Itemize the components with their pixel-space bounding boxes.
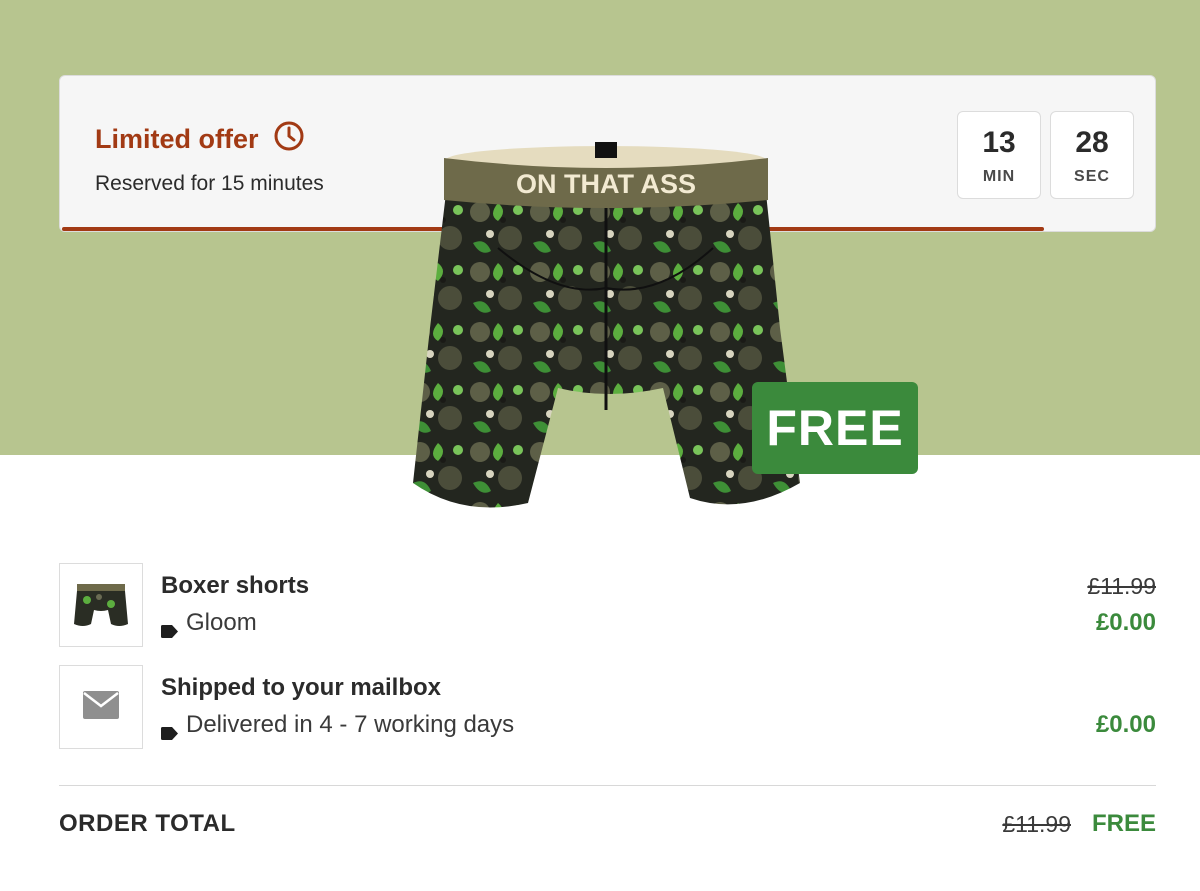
item-title: Boxer shorts bbox=[161, 572, 310, 599]
free-badge: FREE bbox=[752, 382, 918, 474]
tag-icon bbox=[161, 719, 178, 740]
item-detail-text: Gloom bbox=[186, 609, 257, 636]
offer-subtitle: Reserved for 15 minutes bbox=[95, 172, 324, 195]
envelope-icon bbox=[83, 690, 119, 724]
timer-seconds-label: SEC bbox=[1074, 168, 1110, 185]
timer-seconds: 28 SEC bbox=[1050, 111, 1134, 199]
item-old-price: £11.99 bbox=[1087, 573, 1156, 599]
tag-icon bbox=[161, 617, 178, 638]
line-item-boxer-shorts: Boxer shorts Gloom £11.99 £0.00 bbox=[59, 563, 1156, 647]
boxer-shorts-image: ON THAT ASS bbox=[408, 138, 800, 518]
shipping-thumbnail bbox=[59, 665, 143, 749]
waistband-text: ON THAT ASS bbox=[516, 169, 696, 199]
offer-title: Limited offer bbox=[95, 120, 305, 159]
timer-minutes: 13 MIN bbox=[957, 111, 1041, 199]
line-item-shipping: Shipped to your mailbox Delivered in 4 -… bbox=[59, 665, 1156, 749]
clock-icon bbox=[273, 120, 305, 159]
item-detail: Gloom bbox=[161, 609, 257, 638]
timer-minutes-value: 13 bbox=[982, 126, 1016, 159]
offer-title-text: Limited offer bbox=[95, 124, 259, 154]
order-total-old-price: £11.99 bbox=[1002, 811, 1071, 837]
item-price: £0.00 bbox=[1095, 609, 1156, 636]
total-divider bbox=[59, 785, 1156, 786]
item-title: Shipped to your mailbox bbox=[161, 674, 442, 701]
order-total-label: ORDER TOTAL bbox=[59, 810, 236, 837]
item-detail-text: Delivered in 4 - 7 working days bbox=[186, 711, 515, 738]
item-detail: Delivered in 4 - 7 working days bbox=[161, 711, 515, 740]
item-price: £0.00 bbox=[1095, 711, 1156, 738]
boxer-thumbnail bbox=[59, 563, 143, 647]
order-total-price: FREE bbox=[1091, 810, 1156, 837]
timer-minutes-label: MIN bbox=[982, 168, 1016, 185]
timer-seconds-value: 28 bbox=[1075, 126, 1109, 159]
